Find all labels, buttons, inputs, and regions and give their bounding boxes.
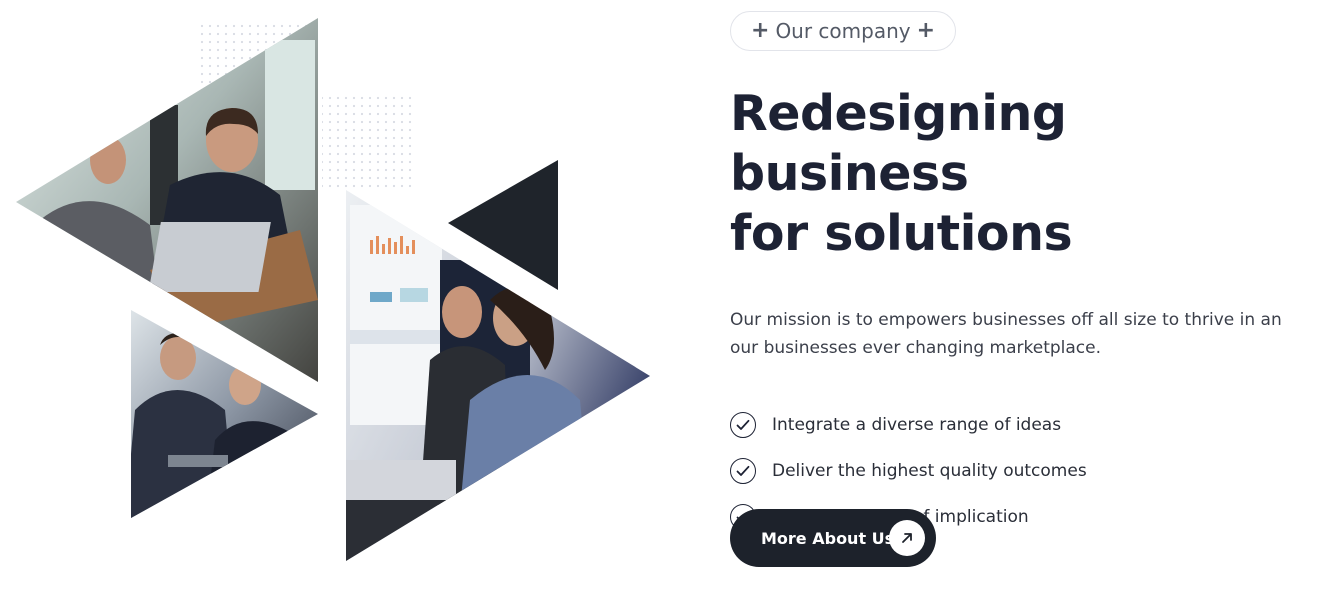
section-badge: + Our company + bbox=[730, 11, 957, 51]
triangle-collage bbox=[16, 18, 650, 561]
hero-illustration bbox=[0, 0, 680, 610]
about-section: + Our company + Redesigning business for… bbox=[730, 11, 1310, 567]
check-circle-icon bbox=[730, 412, 756, 438]
title-line-1: Redesigning business bbox=[730, 85, 1067, 202]
dot-pattern bbox=[322, 95, 414, 190]
page-title: Redesigning business for solutions bbox=[730, 84, 1310, 264]
plus-icon: + bbox=[916, 18, 936, 43]
feature-label: Deliver the highest quality outcomes bbox=[772, 461, 1087, 481]
check-circle-icon bbox=[730, 458, 756, 484]
title-line-2: for solutions bbox=[730, 205, 1073, 262]
list-item: Deliver the highest quality outcomes bbox=[730, 448, 1310, 494]
button-label: More About Us bbox=[761, 528, 895, 548]
mission-description: Our mission is to empowers businesses of… bbox=[730, 310, 1282, 358]
list-item: Integrate a diverse range of ideas bbox=[730, 402, 1310, 448]
feature-label: Integrate a diverse range of ideas bbox=[772, 415, 1062, 435]
arrow-up-right-icon bbox=[889, 520, 925, 556]
more-about-us-button[interactable]: More About Us bbox=[730, 509, 936, 567]
plus-icon: + bbox=[751, 18, 770, 43]
badge-label: Our company bbox=[775, 19, 911, 43]
